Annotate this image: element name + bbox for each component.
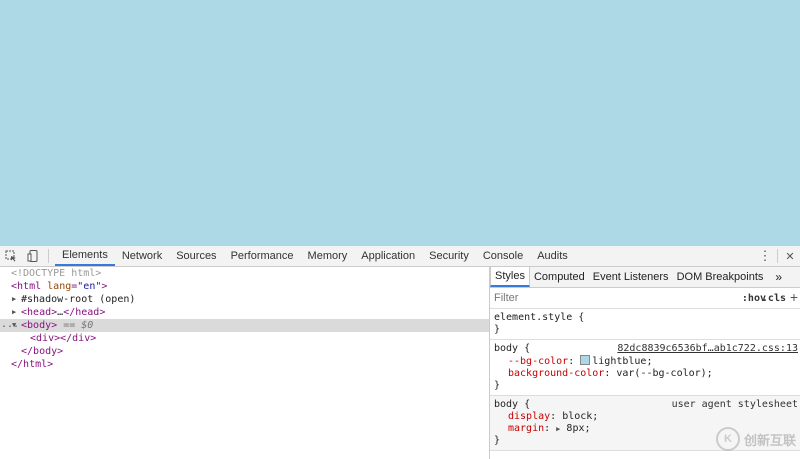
body-close-tag-name: body [33, 346, 58, 357]
tab-audits[interactable]: Audits [530, 246, 575, 266]
tab-performance[interactable]: Performance [224, 246, 301, 266]
tab-elements[interactable]: Elements [55, 246, 115, 266]
property-value: 8px; [566, 423, 591, 434]
dom-node-doctype[interactable]: <!DOCTYPE html> [0, 267, 489, 280]
dom-node-body-close[interactable]: </body> [0, 345, 489, 358]
property-name: background-color [508, 368, 605, 379]
subtab-event-listeners[interactable]: Event Listeners [589, 267, 673, 287]
watermark-text: 创新互联 [743, 432, 796, 448]
watermark-logo-icon: K [715, 427, 740, 451]
device-toolbar-icon[interactable] [22, 246, 44, 266]
cls-toggle[interactable]: .cls [762, 293, 786, 304]
property-value: block; [562, 411, 599, 422]
declaration-background-color[interactable]: background-color: var(--bg-color); [494, 368, 796, 380]
property-name: display [508, 411, 551, 422]
head-tag-name: head [27, 307, 52, 318]
rule-close-brace: } [494, 324, 501, 335]
toolbar-separator [48, 249, 49, 263]
head-close-tag-name: head [75, 307, 100, 318]
elements-tree: <!DOCTYPE html> <html lang="en"> ▶ #shado… [0, 267, 489, 459]
div-tag-name: div [36, 333, 55, 344]
collapse-triangle-icon[interactable]: ▼ [12, 319, 16, 332]
tab-security[interactable]: Security [422, 246, 476, 266]
declaration-bg-color[interactable]: --bg-color: lightblue; [494, 355, 796, 368]
body-author-rule[interactable]: 82dc8839c6536bf…ab1c722.css:13 body { --… [490, 340, 800, 396]
dom-node-shadow-root[interactable]: ▶ #shadow-root (open) [0, 293, 489, 306]
html-tag-name: html [17, 281, 42, 292]
doctype-text: <!DOCTYPE html> [11, 268, 102, 279]
subtabs-more-icon[interactable]: » [771, 267, 786, 287]
styles-subtabs: Styles Computed Event Listeners DOM Brea… [490, 267, 800, 288]
close-devtools-icon[interactable]: ✕ [780, 246, 800, 266]
dom-node-div[interactable]: <div></div> [0, 332, 489, 345]
devtools-toolbar: Elements Network Sources Performance Mem… [0, 246, 800, 267]
styles-pane: Styles Computed Event Listeners DOM Brea… [490, 267, 800, 459]
expand-triangle-icon[interactable]: ▶ [12, 293, 16, 306]
html-attr-name: lang [47, 281, 72, 292]
styles-filter-input[interactable]: Filter [494, 292, 518, 304]
rule-source-label: user agent stylesheet [671, 399, 798, 410]
dom-node-head[interactable]: ▶ <head>…</head> [0, 306, 489, 319]
toolbar-separator-right [777, 249, 778, 263]
gutter-dots[interactable]: ... [1, 318, 19, 331]
property-value: lightblue; [592, 356, 653, 367]
html-close-tag-name: html [23, 359, 48, 370]
subtab-computed[interactable]: Computed [530, 267, 589, 287]
rule-source-link[interactable]: 82dc8839c6536bf…ab1c722.css:13 [617, 343, 798, 355]
element-style-rule[interactable]: element.style { } [490, 309, 800, 340]
div-close-tag-name: div [72, 333, 91, 344]
tab-sources[interactable]: Sources [169, 246, 223, 266]
page-viewport [0, 0, 800, 245]
html-attr-value: "en" [77, 281, 102, 292]
property-value: var(--bg-color); [616, 368, 713, 379]
declaration-display[interactable]: display: block; [494, 411, 796, 423]
property-name: margin [508, 423, 545, 434]
tab-console[interactable]: Console [476, 246, 530, 266]
dom-node-html-close[interactable]: </html> [0, 358, 489, 371]
rule-close-brace: } [494, 380, 501, 391]
new-style-rule-button[interactable]: + [790, 289, 798, 305]
tab-application[interactable]: Application [354, 246, 422, 266]
property-name: --bg-color [508, 356, 569, 367]
inspect-element-icon[interactable] [0, 246, 22, 266]
shadow-root-text: #shadow-root (open) [21, 294, 136, 305]
subtab-dom-breakpoints[interactable]: DOM Breakpoints [673, 267, 768, 287]
more-options-icon[interactable]: ⋮ [755, 246, 775, 266]
element-style-selector: element.style { [494, 312, 585, 323]
dom-node-body-selected[interactable]: ... ▼ <body> == $0 [0, 319, 489, 332]
body-tag-name: body [27, 320, 52, 331]
devtools-panel: Elements Network Sources Performance Mem… [0, 245, 800, 459]
dom-node-html[interactable]: <html lang="en"> [0, 280, 489, 293]
styles-filter-bar: Filter :hov .cls + [490, 288, 800, 309]
subtab-styles[interactable]: Styles [490, 267, 530, 287]
color-swatch-icon[interactable] [580, 355, 591, 365]
tab-memory[interactable]: Memory [301, 246, 355, 266]
selected-marker: == $0 [63, 320, 94, 331]
expand-shorthand-icon[interactable]: ▶ [556, 425, 560, 433]
watermark-logo: K 创新互联 [715, 427, 796, 451]
tab-network[interactable]: Network [115, 246, 169, 266]
